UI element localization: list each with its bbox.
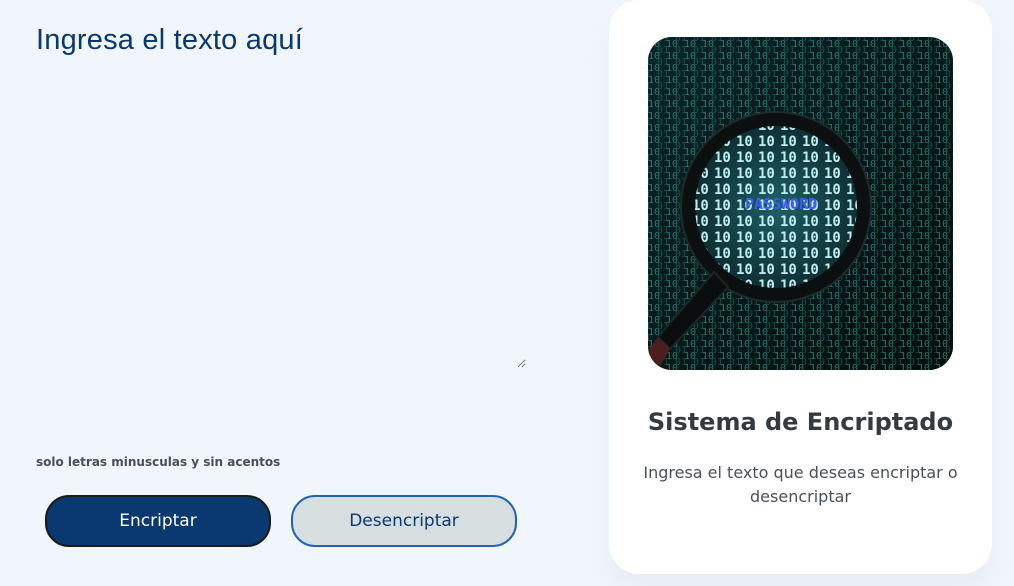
decrypt-button[interactable]: Desencriptar — [291, 495, 517, 547]
encrypt-button[interactable]: Encriptar — [45, 495, 271, 547]
output-card: 10 01 10 — [609, 0, 992, 574]
card-message: Ingresa el texto que deseas encriptar o … — [643, 463, 958, 506]
magnifier-binary-image: 10 01 10 — [648, 37, 953, 370]
card-title: Sistema de Encriptado — [647, 408, 954, 436]
page: Ingresa el texto aquí solo letras minusc… — [0, 0, 1014, 586]
input-placeholder-title: Ingresa el texto aquí — [36, 24, 303, 56]
text-input[interactable] — [36, 80, 526, 368]
password-label: PASSWORD — [745, 195, 817, 213]
input-section: Ingresa el texto aquí solo letras minusc… — [0, 0, 600, 586]
input-hint: solo letras minusculas y sin acentos — [36, 455, 281, 469]
